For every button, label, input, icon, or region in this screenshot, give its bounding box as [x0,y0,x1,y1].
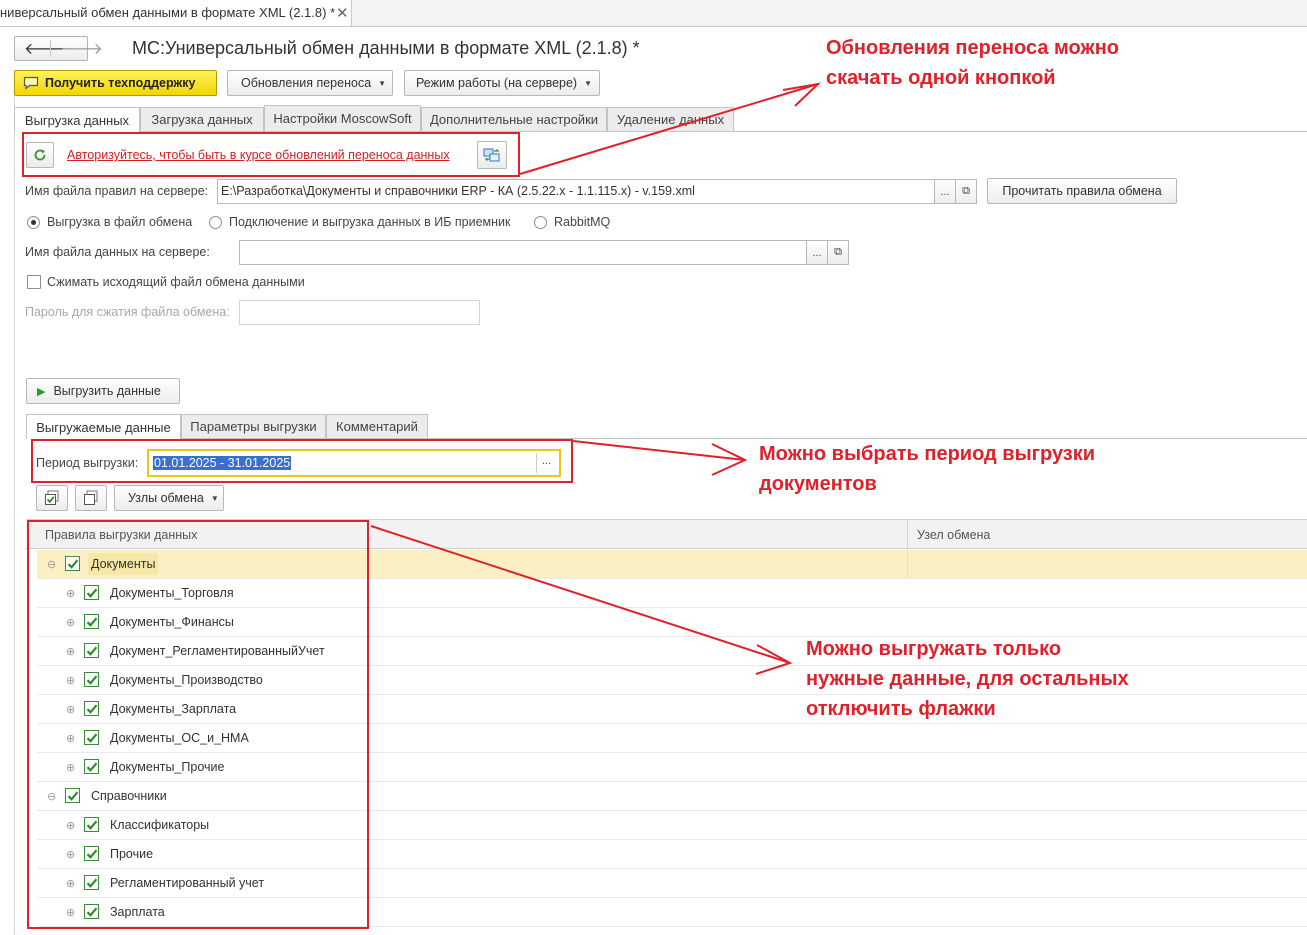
annotation-flags-line3: отключить флажки [806,698,996,720]
annotation-updates-line1: Обновления переноса можно [826,37,1119,59]
annotation-arrows [370,82,822,675]
annotation-updates-line2: скачать одной кнопкой [826,67,1056,89]
annotation-flags-line1: Можно выгружать только [806,638,1062,660]
annotation-period-line2: документов [759,473,877,495]
annotation-flags-line2: нужные данные, для остальных [806,668,1129,690]
annotation-period-line1: Можно выбрать период выгрузки [759,443,1096,465]
